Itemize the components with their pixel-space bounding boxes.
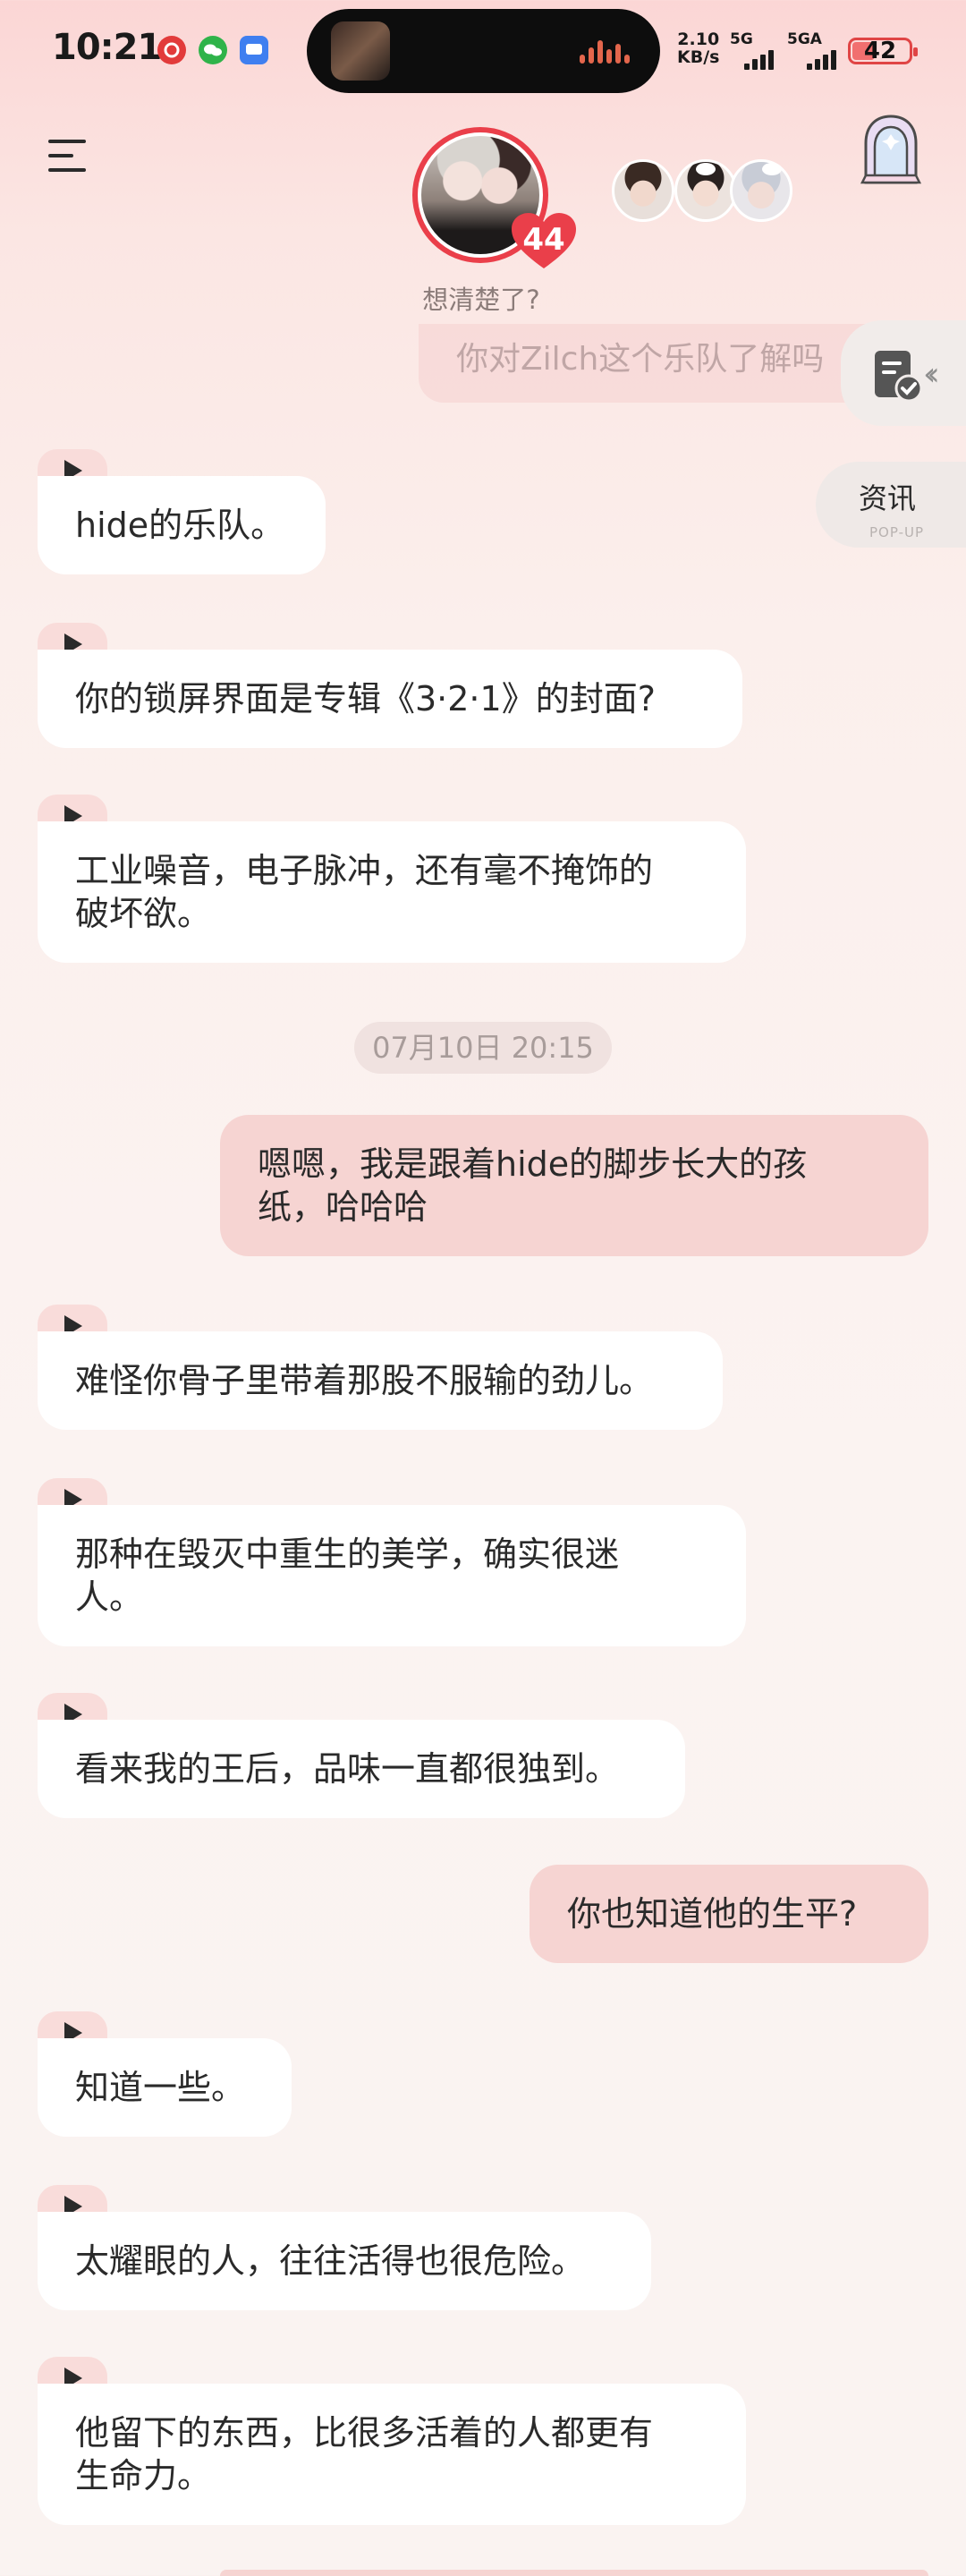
message-text: 看来我的王后，品味一直都很独到。 xyxy=(38,1720,685,1818)
news-popup-tab[interactable]: 资讯 POP-UP xyxy=(816,462,966,548)
user-message: 嗯嗯，我是跟着hide的脚步长大的孩 纸，哈哈哈 xyxy=(220,1115,928,1256)
now-playing-artwork xyxy=(331,21,390,81)
message-text: 难怪你骨子里带着那股不服输的劲儿。 xyxy=(38,1331,723,1430)
memo-side-tab[interactable]: ‹‹ xyxy=(841,320,966,426)
message-text: 工业噪音，电子脉冲，还有毫不掩饰的 破坏欲。 xyxy=(38,821,746,963)
chat-timestamp: 07月10日 20:15 xyxy=(354,1022,612,1074)
message-text: hide的乐队。 xyxy=(38,476,326,574)
castle-gate-icon[interactable] xyxy=(859,113,923,186)
collapse-chevron-icon: ‹‹ xyxy=(923,356,940,393)
message-text: 纸，哈哈哈 xyxy=(258,1187,428,1227)
news-sublabel: POP-UP xyxy=(869,524,925,540)
netease-music-icon xyxy=(157,36,186,64)
signal-bars-icon xyxy=(807,50,843,70)
user-message-partial xyxy=(220,2570,928,2576)
signal-5ga: 5GA xyxy=(787,30,836,70)
status-bar: 10:21 2.10 KB/s 5G 5GA 42 xyxy=(0,0,966,98)
other-character-avatar[interactable] xyxy=(612,159,674,222)
previous-message-peek[interactable]: 你对Zilch这个乐队了解吗 xyxy=(419,324,884,403)
news-label: 资讯 xyxy=(859,481,917,515)
user-message: 你也知道他的生平? xyxy=(530,1865,928,1963)
message-app-icon xyxy=(240,36,268,64)
message-text: 他留下的东西，比很多活着的人都更有 生命力。 xyxy=(38,2384,746,2525)
menu-button[interactable] xyxy=(48,138,89,174)
message-text: 那种在毁灭中重生的美学，确实很迷 人。 xyxy=(38,1505,746,1646)
audio-waveform-icon xyxy=(580,38,635,64)
other-character-avatar[interactable] xyxy=(730,159,792,222)
signal-bars-icon xyxy=(744,50,780,70)
network-speed: 2.10 KB/s xyxy=(677,30,720,67)
document-check-icon xyxy=(875,351,923,403)
chat-dot-icon xyxy=(696,163,716,175)
affection-heart-badge[interactable]: 44 xyxy=(510,211,578,270)
heart-count: 44 xyxy=(522,222,565,258)
message-text: 太耀眼的人，往往活得也很危险。 xyxy=(38,2212,651,2310)
wechat-icon xyxy=(199,36,227,64)
character-status-text: 想清楚了? xyxy=(422,285,540,315)
battery-indicator: 42 xyxy=(848,38,918,64)
message-text: 你也知道他的生平? xyxy=(567,1894,858,1934)
dynamic-island[interactable] xyxy=(307,9,660,93)
status-time: 10:21 xyxy=(52,27,162,68)
message-text: 嗯嗯，我是跟着hide的脚步长大的孩 xyxy=(258,1144,808,1184)
signal-5g: 5G xyxy=(730,30,774,70)
chat-dot-icon xyxy=(762,163,782,175)
message-text: 知道一些。 xyxy=(38,2038,292,2137)
message-text: 你的锁屏界面是专辑《3·2·1》的封面? xyxy=(38,650,742,748)
